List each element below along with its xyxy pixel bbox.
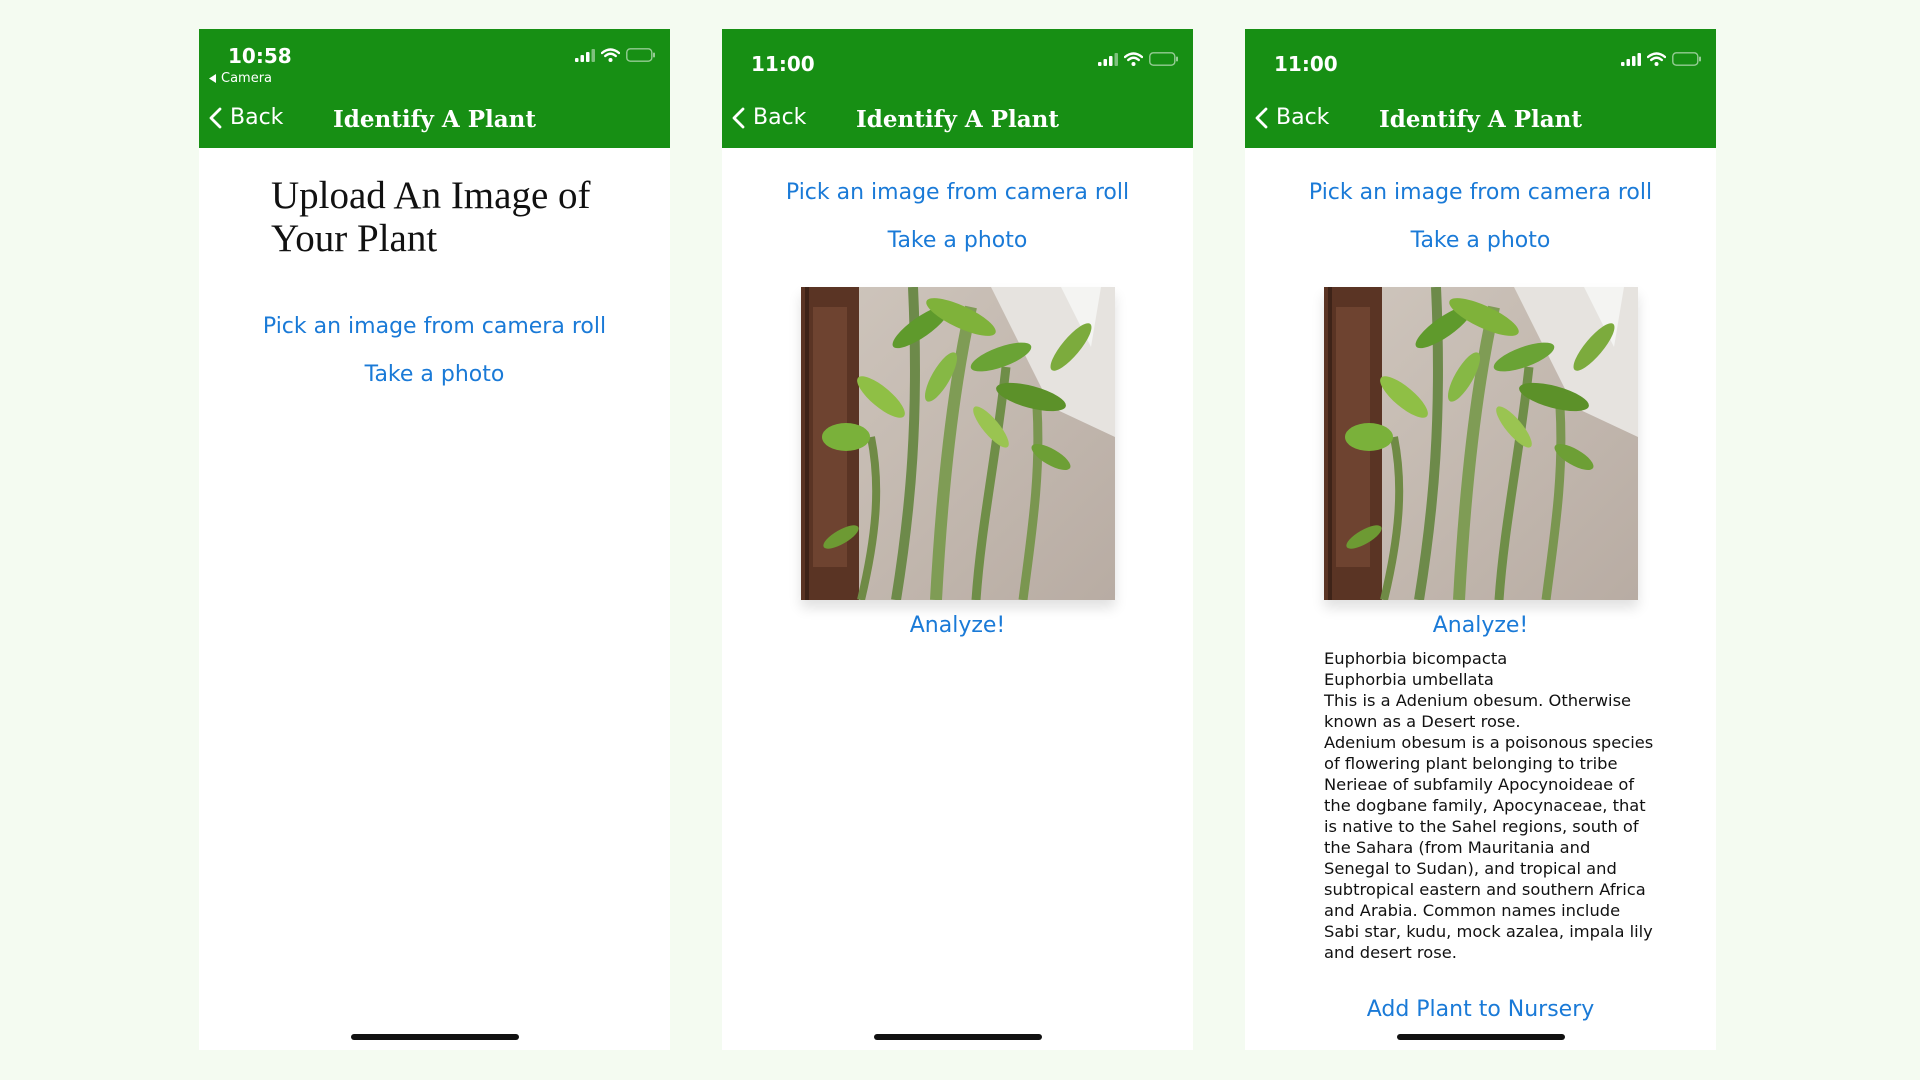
nav-title: Identify A Plant [333, 106, 536, 133]
add-to-nursery-button[interactable]: Add Plant to Nursery [1245, 997, 1716, 1022]
phone-screen-upload: 10:58 Camera Back Identify A Plant Uploa… [199, 29, 670, 1050]
wifi-icon [1647, 52, 1666, 66]
identification-result: Euphorbia bicompacta Euphorbia umbellata… [1324, 648, 1654, 963]
home-indicator[interactable] [1397, 1034, 1565, 1040]
pick-image-button[interactable]: Pick an image from camera roll [1245, 180, 1716, 205]
header-bar: 11:00 Back Identify A Plant [1245, 29, 1716, 148]
pick-image-button[interactable]: Pick an image from camera roll [199, 314, 670, 339]
result-candidate-1: Euphorbia bicompacta [1324, 649, 1508, 668]
analyze-button[interactable]: Analyze! [1245, 613, 1716, 638]
battery-icon [1672, 52, 1701, 66]
header-bar: 10:58 Camera Back Identify A Plant [199, 29, 670, 148]
status-time: 11:00 [751, 52, 815, 76]
return-to-camera-link[interactable]: Camera [209, 71, 272, 86]
status-icons [1098, 52, 1179, 66]
take-photo-button[interactable]: Take a photo [1245, 228, 1716, 253]
result-description: Adenium obesum is a poisonous species of… [1324, 733, 1654, 962]
wifi-icon [1124, 52, 1143, 66]
plant-photo [801, 287, 1115, 600]
home-indicator[interactable] [351, 1034, 519, 1040]
nav-title: Identify A Plant [856, 106, 1059, 133]
page-title: Upload An Image of Your Plant [271, 174, 591, 260]
battery-icon [626, 48, 655, 62]
status-icons [575, 48, 656, 62]
status-time: 11:00 [1274, 52, 1338, 76]
take-photo-button[interactable]: Take a photo [722, 228, 1193, 253]
signal-icon [1098, 52, 1118, 66]
plant-photo [1324, 287, 1638, 600]
header-bar: 11:00 Back Identify A Plant [722, 29, 1193, 148]
home-indicator[interactable] [874, 1034, 1042, 1040]
triangle-left-icon [209, 74, 216, 83]
pick-image-button[interactable]: Pick an image from camera roll [722, 180, 1193, 205]
signal-icon [575, 48, 595, 62]
status-time: 10:58 [228, 44, 292, 68]
return-app-label: Camera [221, 71, 273, 86]
signal-icon [1621, 52, 1641, 66]
wifi-icon [601, 48, 620, 62]
phone-screen-results: 11:00 Back Identify A Plant Pick an imag… [1245, 29, 1716, 1050]
result-candidate-2: Euphorbia umbellata [1324, 670, 1494, 689]
battery-icon [1149, 52, 1178, 66]
nav-title: Identify A Plant [1379, 106, 1582, 133]
result-identification: This is a Adenium obesum. Otherwise know… [1324, 691, 1632, 731]
status-icons [1621, 52, 1702, 66]
analyze-button[interactable]: Analyze! [722, 613, 1193, 638]
phone-screen-image-selected: 11:00 Back Identify A Plant Pick an imag… [722, 29, 1193, 1050]
take-photo-button[interactable]: Take a photo [199, 362, 670, 387]
